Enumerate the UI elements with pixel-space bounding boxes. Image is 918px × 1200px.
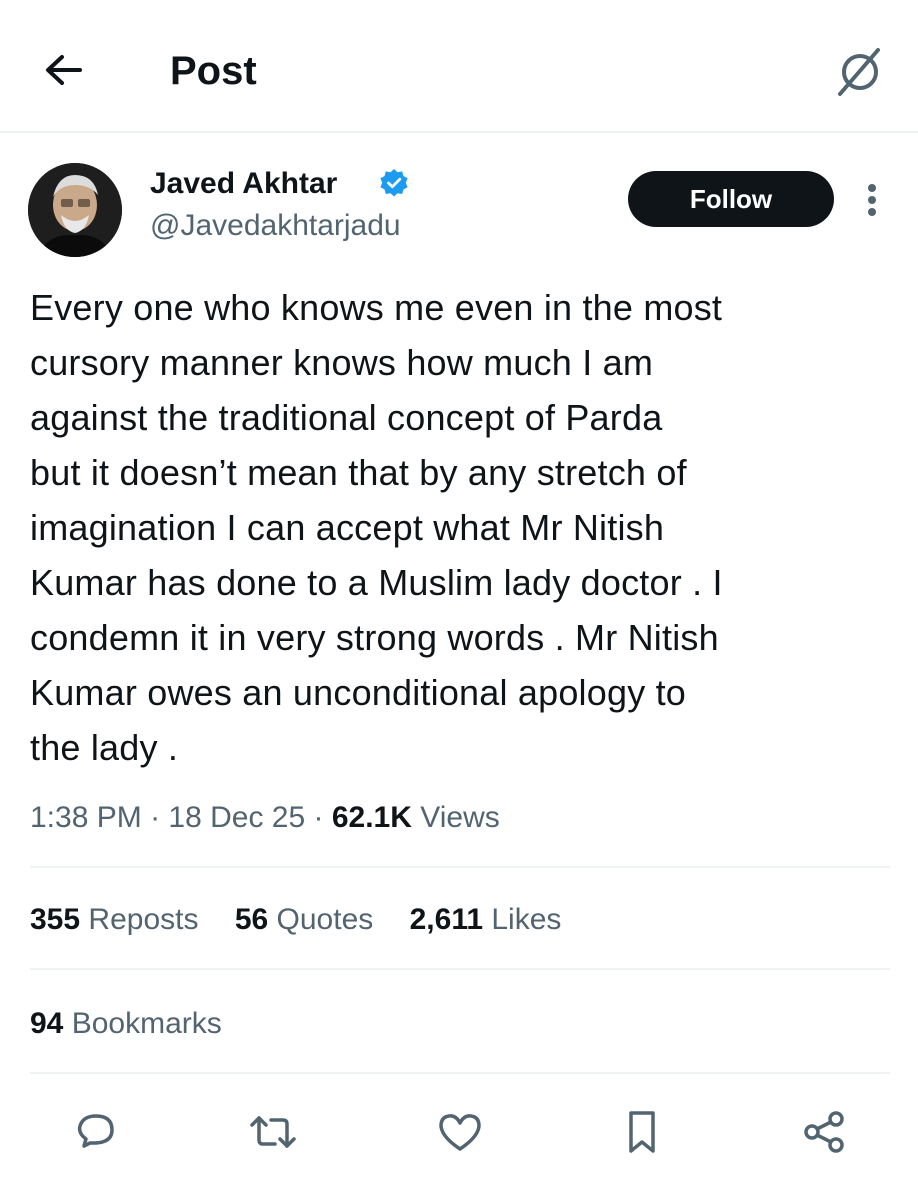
- quotes-label: Quotes: [276, 903, 374, 936]
- repost-icon: [250, 1116, 296, 1148]
- share-icon: [804, 1111, 844, 1153]
- repost-button[interactable]: [245, 1100, 301, 1164]
- likes-label: Likes: [491, 903, 562, 936]
- more-dot-icon: [868, 184, 876, 192]
- quotes-stat[interactable]: 56 Quotes: [235, 898, 373, 942]
- arrow-left-icon: [46, 55, 82, 85]
- bookmarks-stat[interactable]: 94 Bookmarks: [30, 1002, 222, 1046]
- follow-button[interactable]: Follow: [628, 171, 834, 227]
- like-icon: [439, 1114, 481, 1151]
- likes-count: 2,611: [409, 903, 484, 936]
- divider: [30, 866, 890, 868]
- reposts-label: Reposts: [88, 903, 199, 936]
- post-time[interactable]: 1:38 PM: [30, 801, 142, 834]
- meta-separator: ·: [313, 801, 332, 834]
- reposts-count: 355: [30, 903, 81, 936]
- profile-photo: [28, 163, 122, 257]
- reply-icon: [77, 1114, 114, 1148]
- top-bar: Post: [0, 0, 918, 133]
- divider: [30, 1072, 890, 1074]
- author-handle[interactable]: @Javedakhtarjadu: [150, 208, 401, 244]
- bookmarks-count: 94: [30, 1007, 64, 1040]
- more-dot-icon: [868, 196, 876, 204]
- bookmark-button[interactable]: [614, 1100, 670, 1164]
- reposts-stat[interactable]: 355 Reposts: [30, 898, 198, 942]
- bookmarks-label: Bookmarks: [71, 1007, 222, 1040]
- bookmark-icon: [629, 1111, 655, 1153]
- grok-button[interactable]: [830, 44, 890, 100]
- quotes-count: 56: [234, 903, 269, 936]
- post-meta: 1:38 PM · 18 Dec 25 · 62.1K Views: [30, 796, 500, 840]
- engagement-stats: 355 Reposts 56 Quotes 2,611 Likes: [30, 898, 589, 942]
- likes-stat[interactable]: 2,611 Likes: [410, 898, 562, 942]
- more-dot-icon: [868, 208, 876, 216]
- grok-icon: [838, 48, 880, 96]
- verified-badge-icon: [379, 168, 409, 198]
- post-date[interactable]: 18 Dec 25: [168, 801, 305, 834]
- meta-separator: ·: [150, 801, 169, 834]
- views-count: 62.1K: [331, 801, 412, 834]
- page-title: Post: [170, 49, 257, 93]
- post-text: Every one who knows me even in the most …: [30, 287, 723, 768]
- share-button[interactable]: [796, 1100, 852, 1164]
- bookmarks-stat-inner: 94 Bookmarks: [30, 1002, 222, 1046]
- back-button[interactable]: [40, 50, 88, 90]
- divider: [30, 968, 890, 970]
- avatar[interactable]: [28, 163, 122, 257]
- views-label: Views: [420, 801, 500, 834]
- reply-button[interactable]: [68, 1100, 124, 1164]
- author-name[interactable]: Javed Akhtar: [150, 166, 337, 202]
- more-options-button[interactable]: [860, 180, 884, 220]
- like-button[interactable]: [432, 1100, 488, 1164]
- action-bar: [0, 1100, 918, 1164]
